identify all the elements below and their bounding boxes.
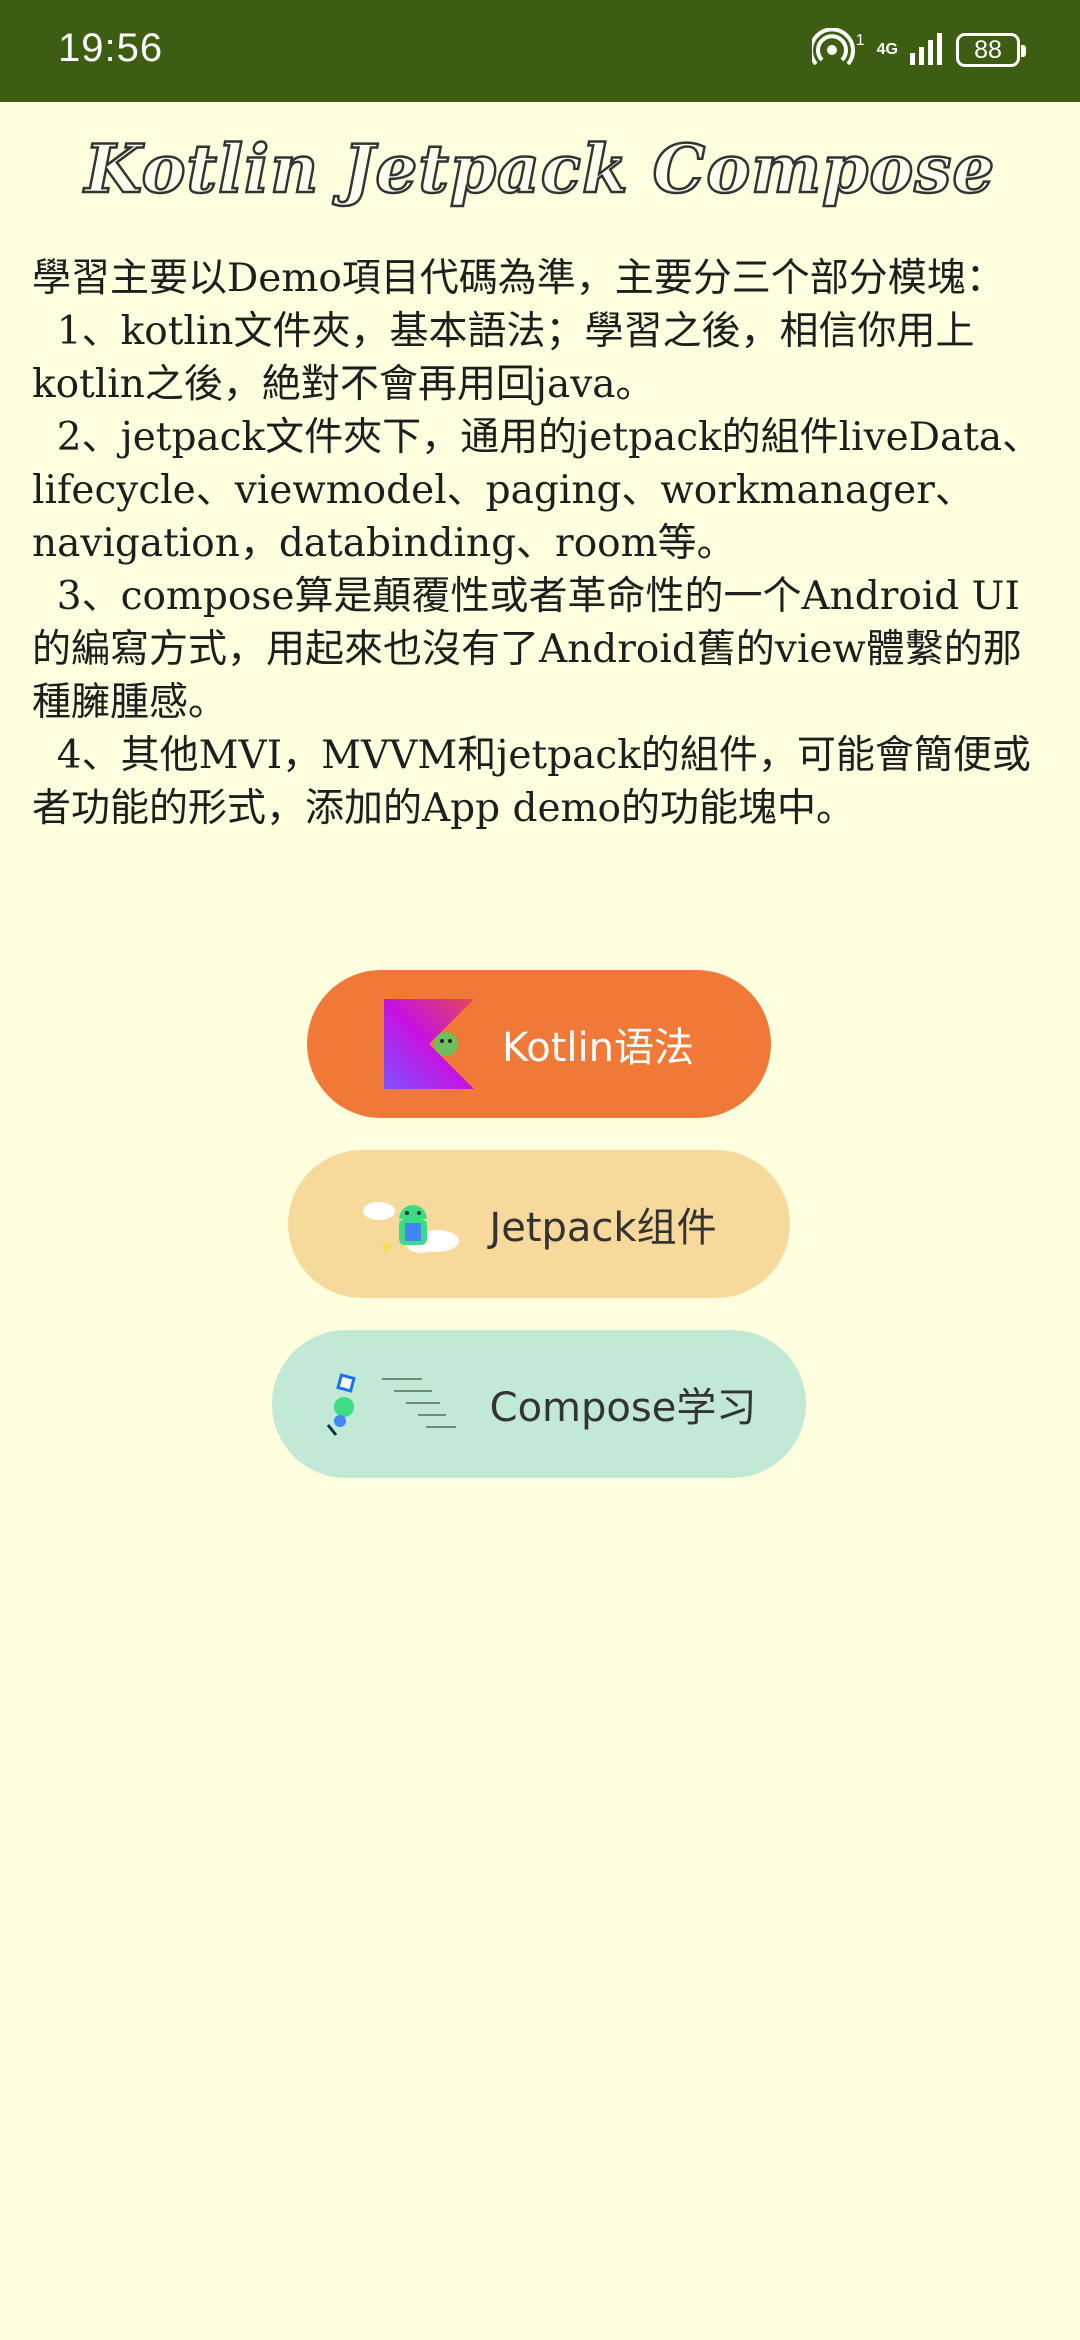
battery-icon: 88 (956, 33, 1026, 67)
compose-button-label: Compose学习 (489, 1385, 757, 1431)
status-bar: 19:56 1 4G 88 (0, 0, 1080, 102)
intro-item-3: 3、compose算是顛覆性或者革命性的一个Android UI的編寫方式，用起… (32, 574, 1022, 725)
intro-item-4: 4、其他MVI，MVVM和jetpack的組件，可能會簡便或者功能的形式，添加的… (32, 733, 1031, 831)
compose-rocket-icon (322, 1369, 462, 1439)
intro-item-1: 1、kotlin文件夾，基本語法；學習之後，相信你用上kotlin之後，絶對不會… (32, 309, 975, 407)
kotlin-button[interactable]: Kotlin语法 (307, 970, 771, 1118)
kotlin-logo-icon (384, 999, 474, 1089)
page-title: Kotlin Jetpack Compose (83, 129, 996, 210)
battery-level: 88 (974, 36, 1002, 64)
jetpack-button[interactable]: Jetpack组件 (288, 1150, 790, 1298)
jetpack-android-clouds-icon (361, 1189, 461, 1259)
signal-icon (910, 31, 944, 69)
intro-text: 學習主要以Demo項目代碼為準，主要分三个部分模塊： 1、kotlin文件夾，基… (32, 252, 1052, 835)
jetpack-button-label: Jetpack组件 (489, 1205, 717, 1251)
hotspot-count: 1 (855, 32, 865, 49)
intro-item-2: 2、jetpack文件夾下，通用的jetpack的組件liveData、life… (32, 415, 1042, 566)
status-time: 19:56 (58, 26, 164, 70)
hotspot-icon (808, 27, 856, 72)
compose-button[interactable]: Compose学习 (272, 1330, 806, 1478)
status-icons: 1 4G 88 (808, 27, 1026, 72)
network-type: 4G (876, 41, 898, 58)
intro-heading: 學習主要以Demo項目代碼為準，主要分三个部分模塊： (32, 256, 1005, 301)
kotlin-button-label: Kotlin语法 (502, 1025, 694, 1071)
